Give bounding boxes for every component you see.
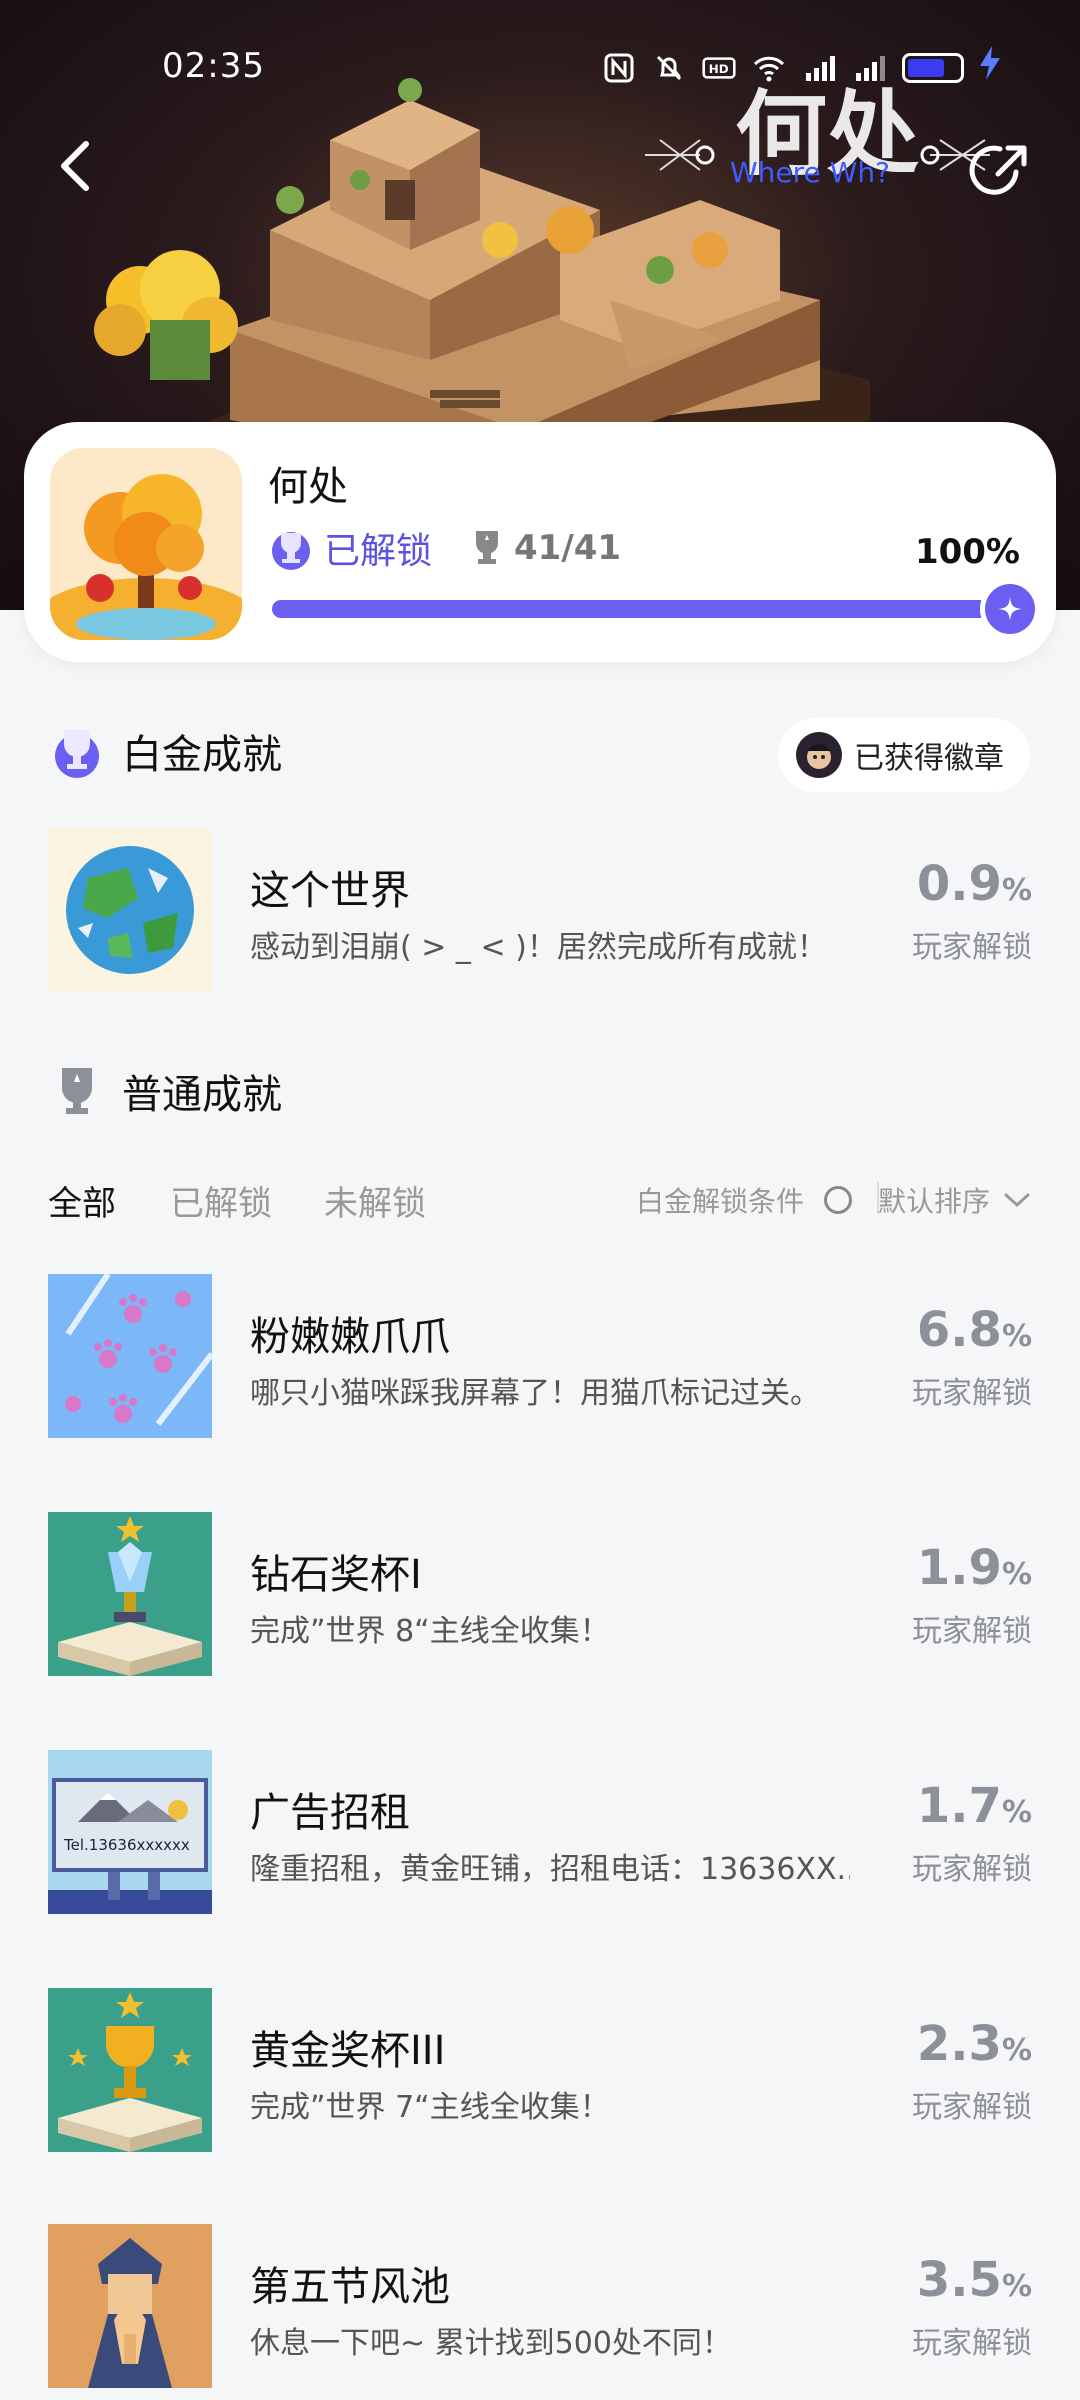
sort-label: 默认排序 [877,1185,990,1218]
chevron-down-icon [1004,1193,1030,1208]
platinum-trophy-icon [55,730,99,778]
achievement-description: 隆重招租，黄金旺铺，招租电话：13636XX... [250,1852,850,1887]
back-button[interactable] [46,130,106,200]
tab-unlocked[interactable]: 已解锁 [170,1176,272,1225]
achievement-title: 第五节风池 [250,2264,450,2310]
achievement-unlock-rate: 2.3% [872,2016,1032,2072]
achievement-title: 粉嫩嫩爪爪 [250,1314,450,1360]
trophy-icon [62,1068,92,1114]
tab-locked[interactable]: 未解锁 [324,1176,426,1225]
achievement-thumbnail [48,828,212,992]
rate-value: 3.5 [916,2252,1002,2308]
share-icon [969,145,1027,195]
rate-unit: % [1001,873,1032,908]
rate-unit: % [1001,1795,1032,1830]
achievement-description: 休息一下吧~ 累计找到500处不同！ [250,2326,732,2361]
game-app-icon [50,448,242,640]
sparkle-icon [998,597,1022,621]
rate-label: 玩家解锁 [912,2090,1032,2125]
achievement-description: 哪只小猫咪踩我屏幕了！用猫爪标记过关。 [250,1376,820,1411]
rate-value: 0.9 [916,856,1002,912]
billboard-text: Tel.13636xxxxxx [63,1836,190,1854]
rate-unit: % [1001,2269,1032,2304]
rate-unit: % [1001,2033,1032,2068]
normal-section-title: 普通成就 [122,1072,282,1118]
achievement-thumbnail [48,1988,212,2152]
rate-value: 1.7 [916,1778,1002,1834]
achievement-unlock-rate: 1.7% [872,1778,1032,1834]
rate-unit: % [1001,1557,1032,1592]
achievement-description: 完成”世界 7“主线全收集！ [250,2090,610,2125]
sort-dropdown[interactable]: 默认排序 [878,1180,1032,1220]
progress-fill [272,600,1010,618]
achievement-unlock-rate: 0.9% [872,856,1032,912]
normal-section-header: 普通成就 [48,1062,282,1120]
game-logo: 何处 Where Wh? [640,60,1000,200]
rate-value: 1.9 [916,1540,1002,1596]
trophy-count: 41/41 [472,528,621,568]
rate-label: 玩家解锁 [912,1376,1032,1411]
rate-label: 玩家解锁 [912,1614,1032,1649]
progress-knob [985,584,1035,634]
achievement-row[interactable]: 第五节风池 休息一下吧~ 累计找到500处不同！ 3.5% 玩家解锁 [48,2224,1032,2388]
status-time: 02:35 [162,46,265,86]
achievement-row[interactable]: 粉嫩嫩爪爪 哪只小猫咪踩我屏幕了！用猫爪标记过关。 6.8% 玩家解锁 [48,1274,1032,1438]
rate-value: 6.8 [916,1302,1002,1358]
achievement-title: 广告招租 [250,1790,410,1836]
game-name: 何处 [268,464,348,510]
rate-label: 玩家解锁 [912,930,1032,965]
achievement-thumbnail [48,2224,212,2388]
achievement-thumbnail: Tel.13636xxxxxx [48,1750,212,1914]
achievement-description: 感动到泪崩( > _ < )！居然完成所有成就！ [250,930,827,965]
achievement-thumbnail [48,1512,212,1676]
radio-icon [824,1186,852,1214]
achievement-title: 这个世界 [250,868,410,914]
rate-unit: % [1001,1319,1032,1354]
platinum-achievement-row[interactable]: 这个世界 感动到泪崩( > _ < )！居然完成所有成就！ 0.9% 玩家解锁 [48,828,1032,992]
achievement-description: 完成”世界 8“主线全收集！ [250,1614,610,1649]
tab-all[interactable]: 全部 [48,1176,116,1225]
share-button[interactable] [966,136,1036,206]
trophy-icon [476,531,499,564]
unlock-label: 已解锁 [324,531,433,572]
condition-label: 白金解锁条件 [635,1185,804,1218]
achievement-unlock-rate: 6.8% [872,1302,1032,1358]
rate-label: 玩家解锁 [912,2326,1032,2361]
completion-percent: 100% [914,532,1020,572]
trophy-count-text: 41/41 [514,528,622,568]
badge-avatar [796,732,842,778]
achievement-title: 钻石奖杯I [250,1552,422,1598]
achievement-thumbnail [48,1274,212,1438]
game-summary-card: 何处 已解锁 41/41 100% [24,422,1056,662]
completion-progress-bar [272,584,1035,634]
achievement-row[interactable]: Tel.13636xxxxxx 广告招租 隆重招租，黄金旺铺，招租电话：1363… [48,1750,1032,1914]
achievement-row[interactable]: 黄金奖杯III 完成”世界 7“主线全收集！ 2.3% 玩家解锁 [48,1988,1032,2152]
rate-label: 玩家解锁 [912,1852,1032,1887]
unlock-status: 已解锁 41/41 [268,522,621,574]
platinum-section-header: 白金成就 [48,722,282,780]
achievement-unlock-rate: 3.5% [872,2252,1032,2308]
badge-emblem-icon [807,744,831,769]
filter-bar: 全部 已解锁 未解锁 白金解锁条件 默认排序 [48,1168,1032,1232]
achievement-title: 黄金奖杯III [250,2028,446,2074]
chevron-left-icon [61,141,89,191]
badge-button[interactable]: 已获得徽章 [778,718,1030,792]
logo-subtitle: Where Wh? [730,156,890,189]
badge-button-label: 已获得徽章 [854,741,1004,776]
achievement-row[interactable]: 钻石奖杯I 完成”世界 8“主线全收集！ 1.9% 玩家解锁 [48,1512,1032,1676]
achievement-unlock-rate: 1.9% [872,1540,1032,1596]
platinum-section-title: 白金成就 [122,732,282,778]
rate-value: 2.3 [916,2016,1002,2072]
platinum-trophy-icon [272,532,310,570]
nfc-icon [602,51,636,85]
platinum-condition-toggle[interactable]: 白金解锁条件 [636,1180,852,1220]
